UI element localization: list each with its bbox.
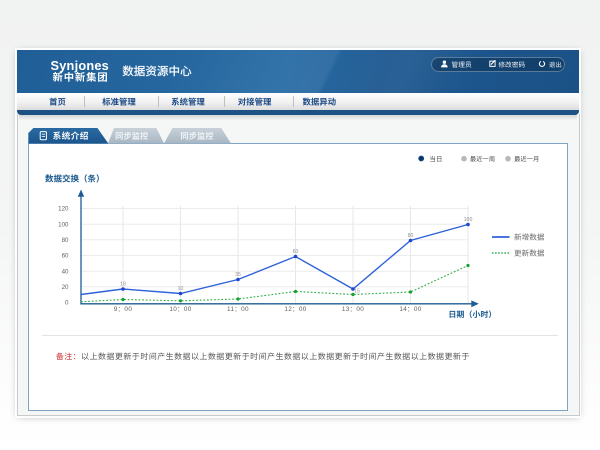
- svg-text:0: 0: [65, 300, 69, 307]
- svg-text:60: 60: [293, 249, 299, 255]
- svg-text:12：00: 12：00: [284, 306, 306, 313]
- svg-text:20: 20: [62, 284, 69, 291]
- svg-text:40: 40: [62, 268, 69, 275]
- svg-text:80: 80: [62, 237, 69, 244]
- svg-text:100: 100: [58, 221, 69, 228]
- svg-text:14：00: 14：00: [399, 306, 421, 313]
- svg-text:15: 15: [354, 289, 360, 295]
- svg-text:35: 35: [235, 272, 241, 278]
- svg-text:10: 10: [178, 286, 184, 292]
- svg-text:10：00: 10：00: [169, 306, 191, 313]
- svg-text:18: 18: [120, 282, 126, 288]
- svg-text:100: 100: [464, 217, 473, 223]
- svg-text:9：00: 9：00: [114, 306, 133, 313]
- svg-text:13：00: 13：00: [342, 306, 364, 313]
- svg-text:120: 120: [58, 206, 69, 213]
- svg-text:60: 60: [62, 253, 69, 260]
- svg-text:11：00: 11：00: [227, 306, 249, 313]
- svg-text:80: 80: [408, 233, 414, 239]
